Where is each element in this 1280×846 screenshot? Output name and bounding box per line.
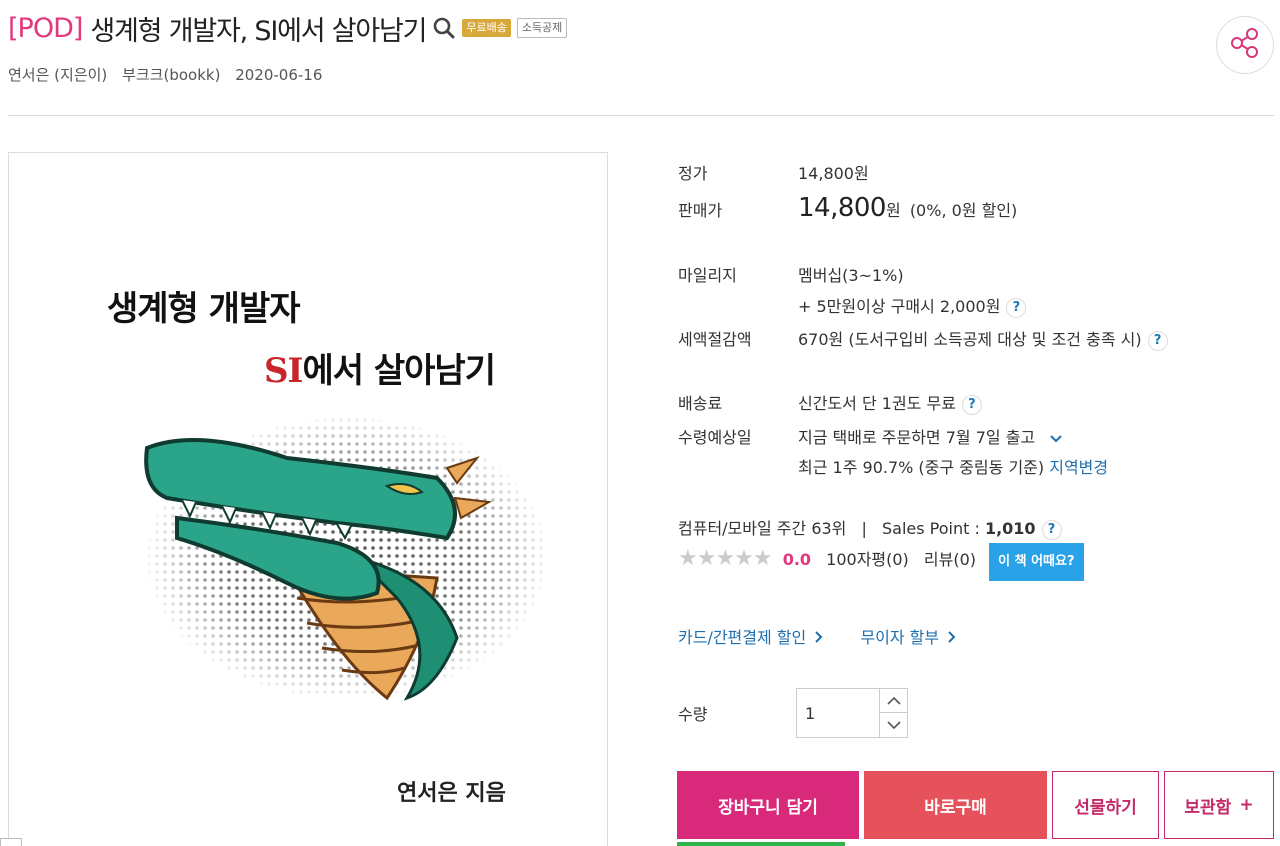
installment-label: 무이자 할부 — [860, 628, 940, 647]
tax-help-icon[interactable]: ? — [1147, 330, 1168, 351]
book-meta: 연서은 (지은이) 부크크(bookk) 2020-06-16 — [8, 64, 332, 85]
rating-stars: ★★★★★ — [678, 546, 773, 571]
page-title: 생계형 개발자, SI에서 살아남기 — [90, 15, 427, 47]
delivery-line1: 지금 택배로 주문하면 7월 7일 출고 — [798, 428, 1036, 447]
quantity-increase-button[interactable] — [879, 689, 908, 713]
cover-title-line1: 생계형 개발자 — [107, 289, 301, 329]
delivery-line1-group: 지금 택배로 주문하면 7월 7일 출고 — [798, 424, 1062, 448]
region-change-link[interactable]: 지역변경 — [1049, 458, 1108, 477]
publisher-link[interactable]: 부크크(bookk) — [122, 66, 220, 84]
rating-row: ★★★★★ 0.0 100자평(0) 리뷰(0) 이 책 어때요? — [678, 543, 1084, 581]
share-button[interactable] — [1216, 16, 1274, 74]
free-shipping-badge: 무료배송 — [462, 19, 511, 37]
tax-deduction-badge: 소득공제 — [516, 18, 568, 38]
rating-score: 0.0 — [782, 550, 812, 569]
shipping-value-group: 신간도서 단 1권도 무료? — [798, 390, 982, 415]
author-link[interactable]: 연서은 (지은이) — [8, 66, 107, 84]
chevron-right-icon — [948, 631, 956, 643]
cover-title-line2: SI에서 살아남기 — [264, 343, 496, 392]
mileage-row-2: + 5만원이상 구매시 2,000원? — [678, 293, 1027, 318]
shipping-help-icon[interactable]: ? — [961, 394, 982, 415]
mileage-line2-group: + 5만원이상 구매시 2,000원? — [798, 297, 1027, 318]
search-icon[interactable] — [432, 16, 456, 40]
sales-point-value: 1,010 — [984, 519, 1036, 538]
wishlist-button[interactable]: 보관함 + — [1164, 771, 1274, 839]
delivery-line2: 최근 1주 90.7% (중구 중림동 기준) — [798, 458, 1045, 477]
add-to-cart-button[interactable]: 장바구니 담기 — [677, 771, 859, 839]
share-icon — [1228, 26, 1262, 64]
sale-price-label: 판매가 — [678, 201, 723, 220]
mileage-line2: + 5만원이상 구매시 2,000원 — [798, 297, 1001, 316]
delivery-expand-icon[interactable] — [1050, 428, 1062, 447]
shipping-label: 배송료 — [678, 394, 723, 413]
mileage-line1: 멤버십(3~1%) — [798, 266, 904, 285]
gift-button[interactable]: 선물하기 — [1052, 771, 1159, 839]
review-button[interactable]: 이 책 어때요? — [989, 543, 1084, 581]
title-row: [POD] 생계형 개발자, SI에서 살아남기 무료배송 소득공제 — [8, 8, 568, 48]
buy-now-button[interactable]: 바로구매 — [864, 771, 1047, 839]
list-price-label: 정가 — [678, 164, 708, 183]
pod-tag: [POD] — [8, 12, 83, 44]
chevron-right-icon — [815, 631, 823, 643]
chevron-down-icon — [887, 720, 901, 729]
discount-text: (0%, 0원 할인) — [909, 201, 1018, 220]
tax-value-group: 670원 (도서구입비 소득공제 대상 및 조건 충족 시)? — [798, 326, 1168, 351]
rank-separator: | — [861, 519, 867, 538]
cover-title-accent: SI — [264, 351, 303, 391]
sales-point-label: Sales Point : — [881, 519, 985, 538]
quantity-input[interactable] — [797, 689, 879, 737]
sale-price-value: 14,800 — [798, 193, 886, 223]
delivery-line2-group: 최근 1주 90.7% (중구 중림동 기준) 지역변경 — [798, 458, 1108, 477]
card-discount-label: 카드/간편결제 할인 — [678, 628, 807, 647]
tax-label: 세액절감액 — [678, 330, 752, 349]
cover-title-rest: 에서 살아남기 — [302, 351, 496, 391]
card-discount-link[interactable]: 카드/간편결제 할인 — [678, 628, 828, 647]
publish-date: 2020-06-16 — [235, 66, 323, 84]
delivery-row-2: 최근 1주 90.7% (중구 중림동 기준) 지역변경 — [678, 454, 1108, 478]
mileage-label: 마일리지 — [678, 266, 737, 285]
quantity-label: 수량 — [678, 705, 708, 724]
delivery-label: 수령예상일 — [678, 428, 752, 447]
chevron-up-icon — [887, 696, 901, 705]
sales-help-icon[interactable]: ? — [1041, 519, 1062, 540]
cover-author: 연서은 지음 — [397, 780, 506, 806]
short-review-count[interactable]: 100자평(0) — [826, 550, 909, 569]
plus-icon: + — [1239, 795, 1254, 815]
tax-value: 670원 (도서구입비 소득공제 대상 및 조건 충족 시) — [798, 330, 1142, 349]
shipping-value: 신간도서 단 1권도 무료 — [798, 394, 956, 413]
corner-widget[interactable] — [0, 838, 22, 846]
wishlist-label: 보관함 — [1184, 797, 1232, 818]
installment-link[interactable]: 무이자 할부 — [860, 628, 956, 647]
sale-price-unit: 원 — [885, 201, 901, 220]
quantity-stepper[interactable] — [796, 688, 908, 738]
book-cover[interactable]: 생계형 개발자 SI에서 살아남기 연서은 지음 — [8, 152, 608, 846]
payment-row: 카드/간편결제 할인 무이자 할부 — [678, 624, 956, 648]
rank-text[interactable]: 컴퓨터/모바일 주간 63위 — [678, 519, 846, 538]
green-accent-bar — [677, 842, 845, 846]
crocodile-illustration — [142, 413, 552, 703]
mileage-help-icon[interactable]: ? — [1006, 297, 1027, 318]
list-price-value: 14,800원 — [798, 164, 869, 183]
quantity-decrease-button[interactable] — [879, 713, 908, 737]
rank-row: 컴퓨터/모바일 주간 63위 | Sales Point : 1,010? — [678, 515, 1062, 540]
header-divider — [8, 115, 1274, 116]
sale-price-group: 14,800원 (0%, 0원 할인) — [798, 193, 1017, 223]
review-count[interactable]: 리뷰(0) — [924, 550, 976, 569]
